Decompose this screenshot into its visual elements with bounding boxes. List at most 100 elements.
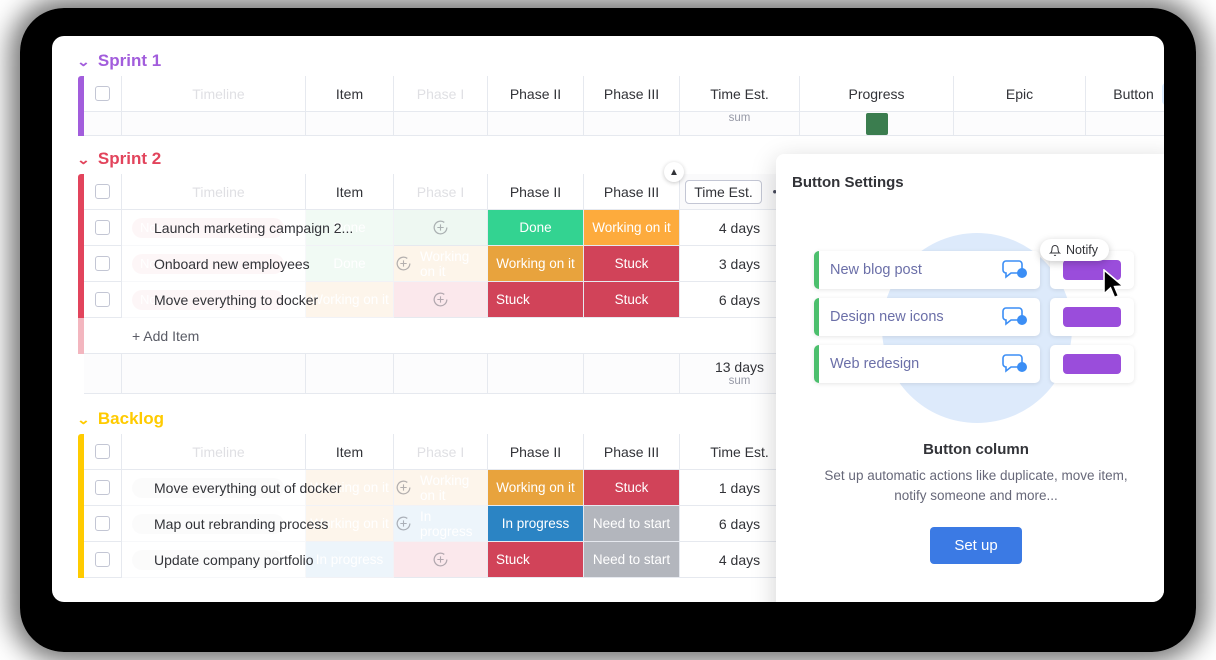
- phase3-status[interactable]: Need to start: [584, 506, 680, 542]
- column-header-phase3[interactable]: Phase III: [584, 174, 680, 210]
- summary-spacer: [122, 112, 306, 136]
- row-checkbox-cell[interactable]: [84, 246, 122, 282]
- set-up-button[interactable]: Set up: [930, 526, 1022, 564]
- column-header-timeline[interactable]: Timeline: [122, 174, 306, 210]
- column-header-phase1[interactable]: Phase I: [394, 434, 488, 470]
- chevron-down-icon[interactable]: ⌄: [77, 153, 91, 166]
- summary-spacer: [394, 354, 488, 394]
- phase3-status[interactable]: Stuck: [584, 246, 680, 282]
- add-comment-icon[interactable]: [394, 478, 413, 497]
- select-all-cell[interactable]: [84, 434, 122, 470]
- select-all-checkbox[interactable]: [95, 184, 110, 199]
- illustration-button-card: [1050, 345, 1134, 383]
- group-sprint-1: ⌄ Sprint 1 Timeline Item Phase I Phase I…: [52, 46, 1164, 136]
- column-header-phase3[interactable]: Phase III: [584, 434, 680, 470]
- mouse-cursor-icon: [1103, 269, 1126, 299]
- sort-handle-icon[interactable]: ▲: [664, 162, 684, 182]
- table-header-row: Timeline Item Phase I Phase II Phase III…: [78, 76, 1164, 112]
- comment-bubble-icon: [1002, 354, 1027, 373]
- chevron-down-icon[interactable]: ⌄: [77, 413, 91, 426]
- select-all-cell[interactable]: [84, 174, 122, 210]
- column-menu-icon[interactable]: •••: [1161, 82, 1164, 105]
- group-title-label: Sprint 1: [97, 51, 162, 70]
- column-header-timeline[interactable]: Timeline: [122, 76, 306, 112]
- row-checkbox-cell[interactable]: [84, 210, 122, 246]
- add-comment-icon[interactable]: [394, 254, 413, 273]
- row-checkbox[interactable]: [95, 552, 110, 567]
- row-checkbox-cell[interactable]: [84, 282, 122, 318]
- select-all-checkbox[interactable]: [95, 444, 110, 459]
- phase3-status[interactable]: Stuck: [584, 282, 680, 318]
- column-header-item[interactable]: Item: [306, 434, 394, 470]
- phase2-status[interactable]: In progress: [488, 506, 584, 542]
- item-name[interactable]: Update company portfolio: [154, 552, 314, 568]
- column-header-phase1[interactable]: Phase I: [394, 174, 488, 210]
- column-header-time-est-label[interactable]: Time Est.: [685, 179, 762, 204]
- summary-time-est: sum: [680, 112, 800, 136]
- add-comment-icon[interactable]: [431, 290, 450, 309]
- column-header-button[interactable]: Button •••: [1086, 76, 1164, 112]
- column-header-phase2[interactable]: Phase II: [488, 174, 584, 210]
- add-comment-icon[interactable]: [431, 218, 450, 237]
- row-checkbox[interactable]: [95, 292, 110, 307]
- column-header-phase2[interactable]: Phase II: [488, 434, 584, 470]
- item-name[interactable]: Launch marketing campaign 2...: [154, 220, 353, 236]
- add-comment-icon[interactable]: [394, 514, 413, 533]
- illustration-purple-pill: [1063, 307, 1121, 327]
- phase2-status[interactable]: Stuck: [488, 542, 584, 578]
- phase3-status[interactable]: Need to start: [584, 542, 680, 578]
- add-comment-icon[interactable]: [431, 550, 450, 569]
- item-name[interactable]: Onboard new employees: [154, 256, 310, 272]
- summary-spacer: [84, 354, 122, 394]
- column-header-phase2[interactable]: Phase II: [488, 76, 584, 112]
- phase2-status[interactable]: Stuck: [488, 282, 584, 318]
- column-header-timeline[interactable]: Timeline: [122, 434, 306, 470]
- row-checkbox[interactable]: [95, 480, 110, 495]
- summary-spacer: [488, 112, 584, 136]
- phase2-status[interactable]: Working on it: [488, 470, 584, 506]
- phase2-status[interactable]: Working on it: [488, 246, 584, 282]
- chevron-down-icon[interactable]: ⌄: [77, 55, 91, 68]
- illustration-item-card: New blog post: [814, 251, 1040, 289]
- summary-spacer: [1086, 112, 1164, 136]
- select-all-cell[interactable]: [84, 76, 122, 112]
- column-header-epic[interactable]: Epic: [954, 76, 1086, 112]
- select-all-checkbox[interactable]: [95, 86, 110, 101]
- illustration-item-card: Web redesign: [814, 345, 1040, 383]
- column-header-time-est[interactable]: Time Est.: [680, 76, 800, 112]
- phase3-status[interactable]: Working on it: [584, 210, 680, 246]
- column-header-phase3[interactable]: Phase III: [584, 76, 680, 112]
- table-sprint-1: Timeline Item Phase I Phase II Phase III…: [78, 76, 1164, 136]
- row-checkbox-cell[interactable]: [84, 470, 122, 506]
- ghost-status-cell: In progress: [306, 542, 394, 578]
- summary-spacer: [488, 354, 584, 394]
- row-checkbox[interactable]: [95, 220, 110, 235]
- column-header-phase1[interactable]: Phase I: [394, 76, 488, 112]
- group-title-label: Sprint 2: [97, 149, 162, 168]
- group-header-sprint-1[interactable]: ⌄ Sprint 1: [52, 46, 1164, 76]
- modal-title: Button Settings: [792, 174, 904, 191]
- column-header-item[interactable]: Item: [306, 76, 394, 112]
- illustration-button-card: Notify: [1040, 239, 1134, 299]
- row-checkbox-cell[interactable]: [84, 506, 122, 542]
- progress-bar: [865, 112, 888, 135]
- summary-spacer: [394, 112, 488, 136]
- item-name[interactable]: Move everything to docker: [154, 292, 318, 308]
- summary-progress: [800, 112, 954, 136]
- phase2-status[interactable]: Done: [488, 210, 584, 246]
- comment-cell[interactable]: [394, 282, 488, 318]
- item-name[interactable]: Map out rebranding process: [154, 516, 328, 532]
- column-header-progress[interactable]: Progress: [800, 76, 954, 112]
- comment-cell[interactable]: [394, 210, 488, 246]
- phase3-status[interactable]: Stuck: [584, 470, 680, 506]
- item-name[interactable]: Move everything out of docker: [154, 480, 342, 496]
- comment-cell[interactable]: [394, 542, 488, 578]
- illustration-row: Design new icons: [814, 298, 1134, 336]
- row-checkbox[interactable]: [95, 256, 110, 271]
- row-checkbox[interactable]: [95, 516, 110, 531]
- summary-spacer: [122, 354, 306, 394]
- row-checkbox-cell[interactable]: [84, 542, 122, 578]
- ghost-status-cell: Working on it: [306, 282, 394, 318]
- column-header-item[interactable]: Item: [306, 174, 394, 210]
- app-card: ⌄ Sprint 1 Timeline Item Phase I Phase I…: [52, 36, 1164, 602]
